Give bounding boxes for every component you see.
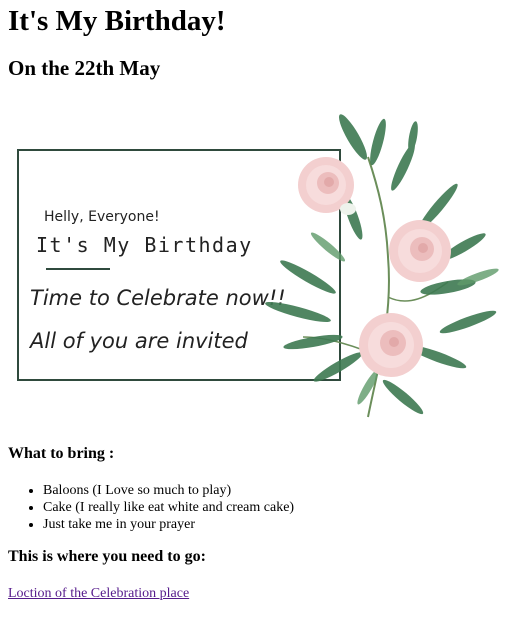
birthday-card-illustration: Helly, Everyone! It's My Birthday Time t… [17, 114, 499, 418]
page-subtitle: On the 22th May [8, 56, 161, 80]
card-headline: It's My Birthday [36, 233, 253, 257]
list-item: Just take me in your prayer [43, 516, 294, 533]
what-to-bring-heading: What to bring : [8, 445, 115, 462]
card-tagline: Time to Celebrate now!! [30, 286, 286, 310]
card-greeting: Helly, Everyone! [44, 209, 160, 225]
list-item: Cake (I really like eat white and cream … [43, 499, 294, 516]
bring-list: Baloons (I Love so much to play) Cake (I… [8, 482, 294, 533]
list-item: Baloons (I Love so much to play) [43, 482, 294, 499]
birthday-card-image: Helly, Everyone! It's My Birthday Time t… [8, 97, 503, 423]
page-title: It's My Birthday! [8, 5, 226, 37]
card-invite: All of you are invited [28, 329, 249, 353]
location-link[interactable]: Loction of the Celebration place [8, 586, 189, 602]
directions-heading: This is where you need to go: [8, 548, 206, 565]
rose-middle [389, 220, 451, 282]
rose-bottom [359, 313, 423, 377]
